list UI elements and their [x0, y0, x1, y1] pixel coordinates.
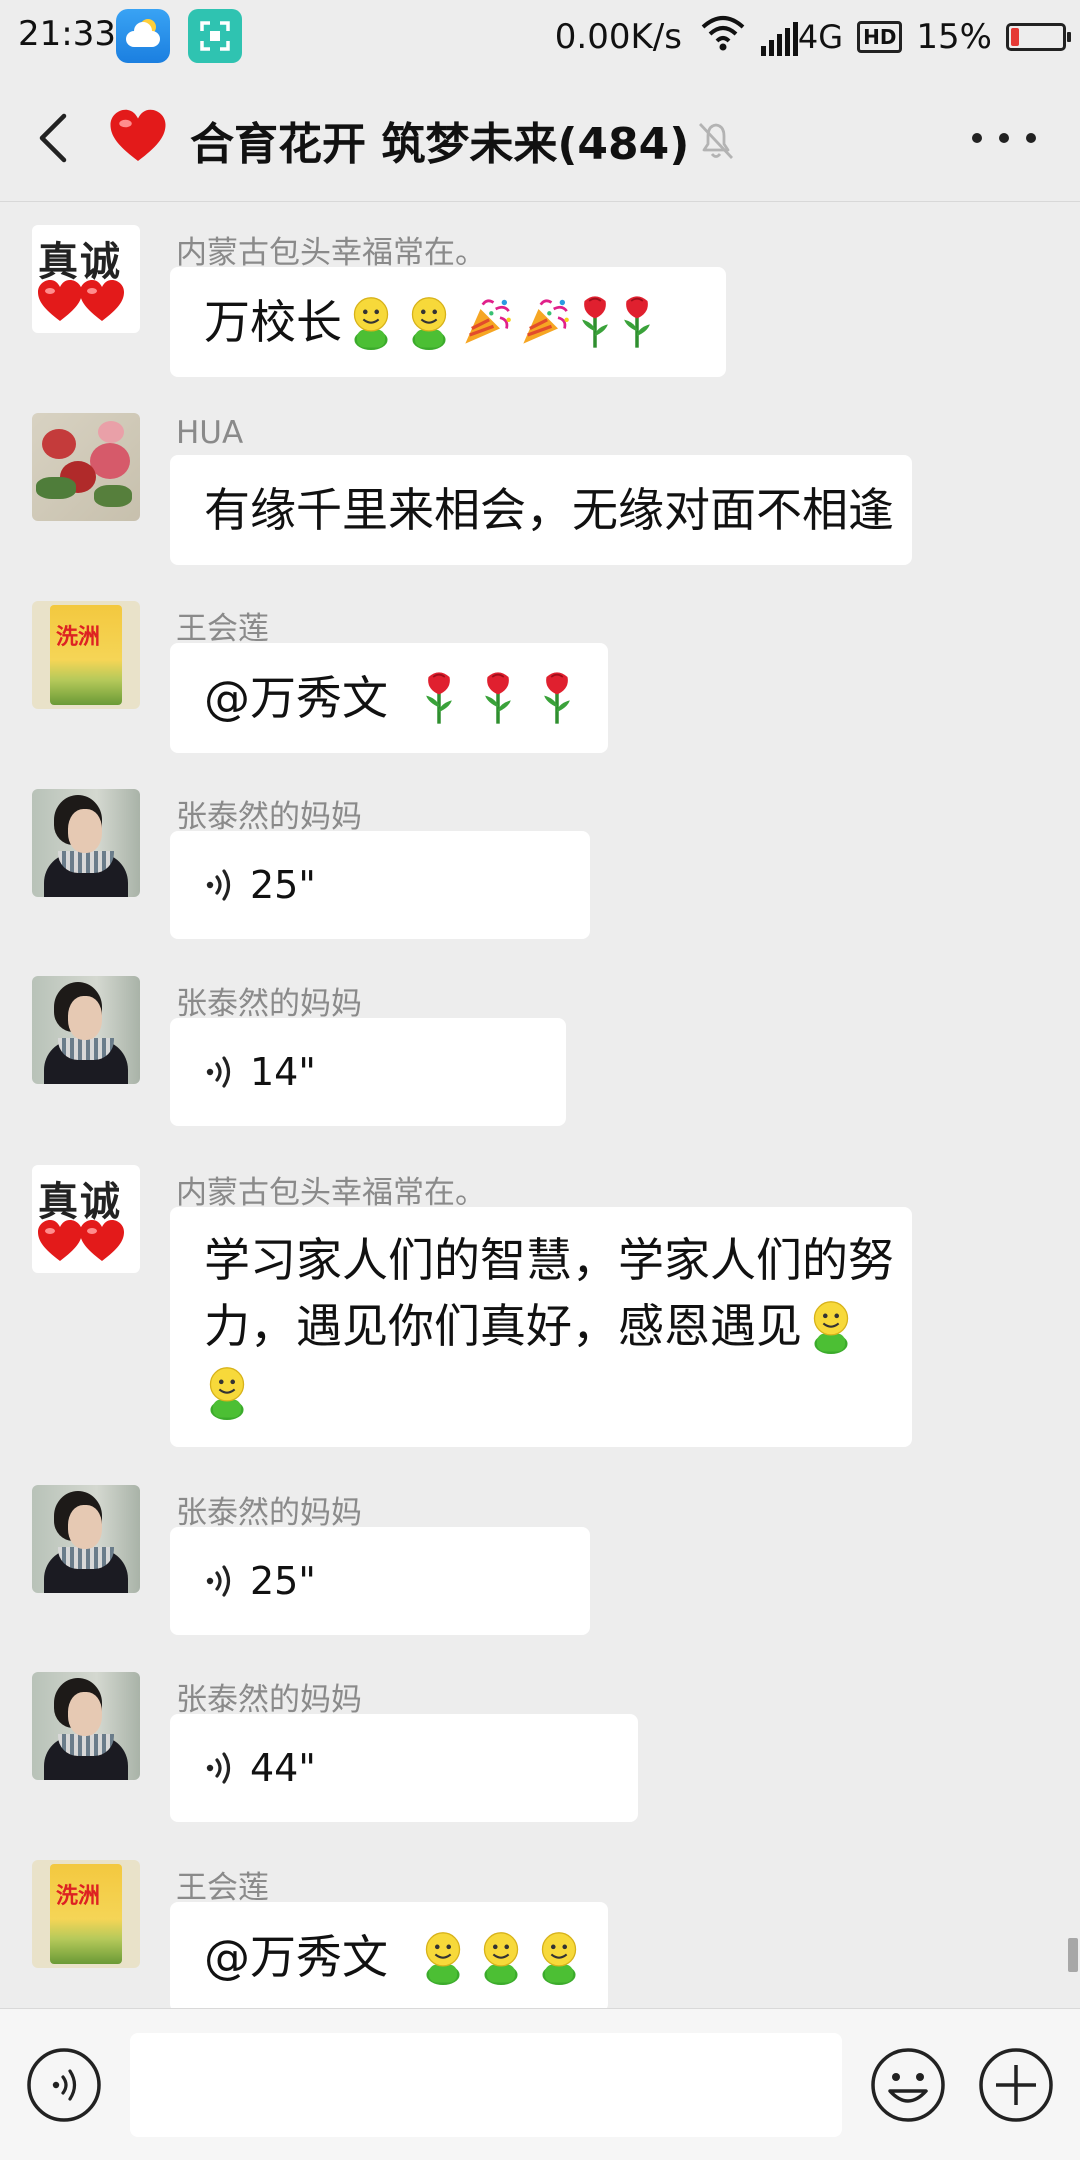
- smiley-guy-icon: [403, 294, 455, 350]
- avatar-logo-text: 洗洲: [56, 1884, 101, 1909]
- smiley-guy-icon: [805, 1298, 857, 1354]
- voice-message-bubble[interactable]: 25": [170, 1527, 590, 1635]
- message-item: 张泰然的妈妈 25": [0, 1485, 1080, 1635]
- sender-name: 王会莲: [176, 1870, 269, 1906]
- avatar[interactable]: 洗洲: [32, 1860, 140, 1968]
- signal-icon: 4G: [760, 18, 843, 56]
- party-popper-icon: [519, 296, 571, 348]
- voice-wave-icon: [200, 1561, 240, 1601]
- voice-duration: 25": [250, 863, 316, 907]
- avatar[interactable]: [32, 789, 140, 897]
- avatar-logo-text: 洗洲: [56, 625, 101, 650]
- message-item: 洗洲 王会莲 @万秀文: [0, 601, 1080, 753]
- sender-name: 张泰然的妈妈: [176, 1495, 362, 1531]
- sender-name: 内蒙古包头幸福常在。: [176, 1175, 486, 1211]
- voice-mode-icon: [27, 2048, 101, 2122]
- rose-icon: [539, 670, 575, 726]
- smiley-guy-icon: [201, 1364, 253, 1420]
- voice-mode-button[interactable]: [24, 2045, 104, 2125]
- avatar[interactable]: 真诚: [32, 225, 140, 333]
- plus-icon: [979, 2048, 1053, 2122]
- status-right-group: 0.00K/s 4G HD 15%: [554, 12, 1071, 62]
- message-bubble[interactable]: 学习家人们的智慧，学家人们的努 力，遇见你们真好，感恩遇见: [170, 1207, 912, 1447]
- bell-off-icon: [698, 123, 734, 159]
- voice-message-bubble[interactable]: 44": [170, 1714, 638, 1822]
- battery-percent: 15%: [916, 17, 992, 57]
- smiley-guy-icon: [345, 294, 397, 350]
- message-bubble[interactable]: 有缘千里来相会，无缘对面不相逢: [170, 455, 912, 565]
- avatar[interactable]: 洗洲: [32, 601, 140, 709]
- message-item: 张泰然的妈妈 14": [0, 976, 1080, 1126]
- message-bubble[interactable]: 万校长: [170, 267, 726, 377]
- voice-wave-icon: [200, 1052, 240, 1092]
- message-text: 万校长: [204, 295, 342, 349]
- smiley-guy-icon: [475, 1929, 527, 1985]
- sender-name: 张泰然的妈妈: [176, 986, 362, 1022]
- wifi-icon: [700, 15, 746, 60]
- message-item: 张泰然的妈妈 25": [0, 789, 1080, 939]
- message-text: @万秀文: [204, 1930, 403, 1984]
- heart-emoji-icon: [108, 106, 168, 166]
- chat-header: 合育花开 筑梦未来(484): [0, 74, 1080, 202]
- message-item: 洗洲 王会莲 @万秀文: [0, 1860, 1080, 2008]
- hd-icon: HD: [857, 21, 903, 53]
- smiley-guy-icon: [417, 1929, 469, 1985]
- voice-message-bubble[interactable]: 25": [170, 831, 590, 939]
- avatar[interactable]: [32, 413, 140, 521]
- message-item: 真诚 内蒙古包头幸福常在。 学习家人们的智慧，学家人们的努 力，遇见你们真好，感…: [0, 1165, 1080, 1465]
- rose-icon: [577, 294, 613, 350]
- scrollbar[interactable]: [1068, 1938, 1078, 1972]
- more-dots-icon: [972, 133, 982, 143]
- rose-icon: [480, 670, 516, 726]
- message-list[interactable]: 真诚 内蒙古包头幸福常在。 万校长 HUA 有缘千里来相会，无缘对面不相逢 洗洲…: [0, 203, 1080, 2008]
- group-title[interactable]: 合育花开 筑梦未来(484): [190, 108, 689, 172]
- voice-duration: 14": [250, 1050, 316, 1094]
- smiley-guy-icon: [533, 1929, 585, 1985]
- sender-name: 张泰然的妈妈: [176, 1682, 362, 1718]
- message-text: 力，遇见你们真好，感恩遇见: [204, 1299, 802, 1353]
- status-time: 21:33: [18, 14, 116, 54]
- input-bar: [0, 2008, 1080, 2160]
- status-bar: 21:33 0.00K/s 4G HD 15%: [0, 0, 1080, 74]
- avatar[interactable]: 真诚: [32, 1165, 140, 1273]
- rose-icon: [619, 294, 655, 350]
- message-text: 有缘千里来相会，无缘对面不相逢: [204, 483, 894, 537]
- sender-name: 张泰然的妈妈: [176, 799, 362, 835]
- emoji-button[interactable]: [868, 2045, 948, 2125]
- message-text: 学习家人们的智慧，学家人们的努: [204, 1233, 894, 1287]
- message-bubble[interactable]: @万秀文: [170, 1902, 608, 2008]
- more-actions-button[interactable]: [976, 2045, 1056, 2125]
- voice-duration: 25": [250, 1559, 316, 1603]
- avatar[interactable]: [32, 976, 140, 1084]
- more-button[interactable]: [972, 114, 1036, 162]
- voice-message-bubble[interactable]: 14": [170, 1018, 566, 1126]
- voice-wave-icon: [200, 1748, 240, 1788]
- message-input[interactable]: [130, 2033, 842, 2137]
- network-speed: 0.00K/s: [554, 17, 682, 57]
- avatar[interactable]: [32, 1485, 140, 1593]
- sender-name: 内蒙古包头幸福常在。: [176, 235, 486, 271]
- voice-wave-icon: [200, 865, 240, 905]
- message-item: 真诚 内蒙古包头幸福常在。 万校长: [0, 225, 1080, 377]
- screenshot-scan-icon: [188, 9, 242, 63]
- emoji-icon: [871, 2048, 945, 2122]
- message-item: HUA 有缘千里来相会，无缘对面不相逢: [0, 413, 1080, 565]
- network-type: 4G: [797, 18, 844, 56]
- message-item: 张泰然的妈妈 44": [0, 1672, 1080, 1822]
- battery-icon: [1006, 23, 1071, 51]
- weather-app-icon: [116, 9, 170, 63]
- message-bubble[interactable]: @万秀文: [170, 643, 608, 753]
- message-text: @万秀文: [204, 671, 403, 725]
- avatar[interactable]: [32, 1672, 140, 1780]
- voice-duration: 44": [250, 1746, 316, 1790]
- back-button[interactable]: [30, 110, 78, 166]
- rose-icon: [421, 670, 457, 726]
- sender-name: HUA: [176, 415, 244, 451]
- party-popper-icon: [461, 296, 513, 348]
- chevron-left-icon: [39, 113, 67, 163]
- sender-name: 王会莲: [176, 611, 269, 647]
